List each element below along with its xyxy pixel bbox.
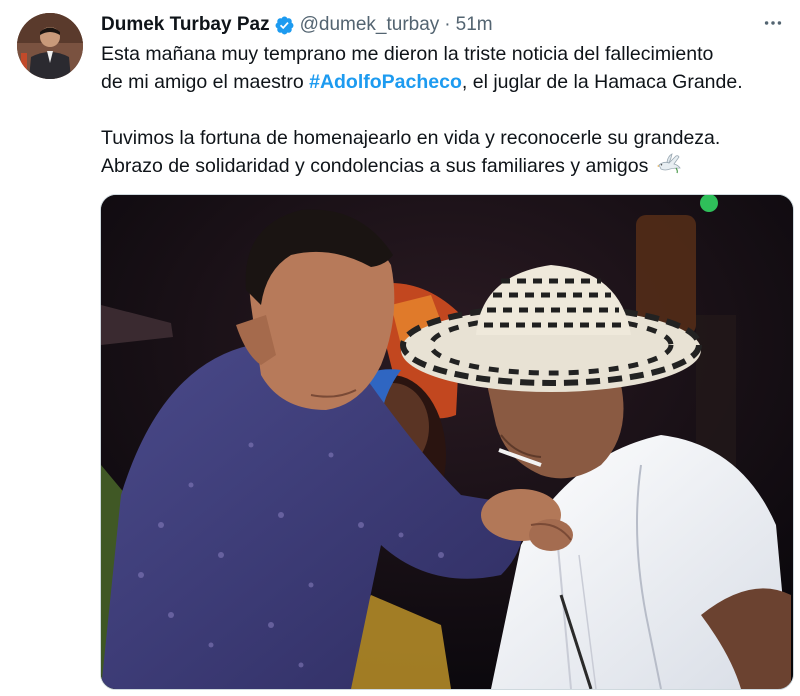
- tweet-timestamp[interactable]: 51m: [456, 14, 493, 36]
- author-handle[interactable]: @dumek_turbay: [300, 14, 440, 36]
- photo-image: [101, 195, 793, 689]
- tweet-text: Esta mañana muy temprano me dieron la tr…: [101, 40, 791, 182]
- tweet-header: Dumek Turbay Paz @dumek_turbay · 51m: [101, 12, 493, 38]
- tweet-line-4: Abrazo de solidaridad y condolencias a s…: [101, 152, 791, 182]
- tweet-line-2-suffix: , el juglar de la Hamaca Grande.: [461, 71, 743, 93]
- more-options-button[interactable]: [760, 10, 786, 36]
- more-horizontal-icon: [764, 21, 782, 25]
- tweet-line-3: Tuvimos la fortuna de homenajearlo en vi…: [101, 127, 721, 149]
- hashtag-link[interactable]: #AdolfoPacheco: [309, 71, 462, 93]
- avatar-image: [17, 13, 83, 79]
- author-avatar[interactable]: [17, 13, 83, 79]
- dove-icon: [656, 152, 682, 182]
- header-separator: ·: [444, 14, 451, 35]
- tweet-line-2: de mi amigo el maestro #AdolfoPacheco, e…: [101, 68, 791, 96]
- tweet-line-1: Esta mañana muy temprano me dieron la tr…: [101, 43, 714, 65]
- tweet-line-2-prefix: de mi amigo el maestro: [101, 71, 310, 93]
- verified-badge-icon: [274, 15, 295, 36]
- tweet-photo[interactable]: [100, 194, 794, 690]
- author-display-name[interactable]: Dumek Turbay Paz: [101, 14, 270, 36]
- tweet-line-4-text: Abrazo de solidaridad y condolencias a s…: [101, 155, 649, 178]
